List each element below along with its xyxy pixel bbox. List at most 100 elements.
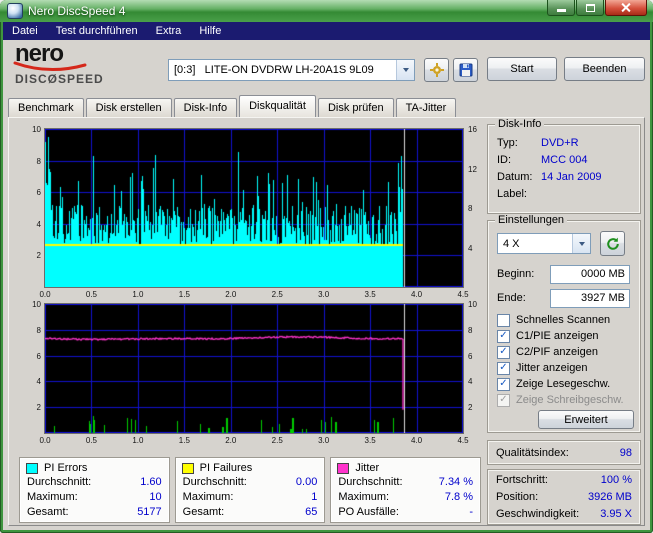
info-label: Typ: (497, 137, 518, 149)
quality-index-panel: Qualitätsindex: 98 (487, 440, 641, 465)
drive-select[interactable]: [0:3] LITE-ON DVDRW LH-20A1S 9L09 (168, 59, 415, 81)
checkbox-zeige-schreibgeschw[interactable]: ✓ Zeige Schreibgeschw. (497, 392, 638, 408)
y-axis-tick: 4 (468, 377, 473, 387)
x-axis-tick: 2.5 (271, 436, 283, 445)
x-axis-tick: 3.0 (318, 290, 330, 299)
checkbox-zeige-lesegeschw[interactable]: ✓ Zeige Lesegeschw. (497, 376, 638, 392)
stat-label: Durchschnitt: (182, 476, 247, 488)
info-value: MCC 004 (541, 154, 588, 166)
y-axis-tick: 12 (468, 164, 477, 174)
stat-value: 1 (311, 491, 318, 503)
series-color-swatch (337, 462, 350, 474)
stat-value: 7.34 % (438, 476, 474, 488)
maximize-button[interactable] (576, 0, 604, 16)
tab-disk-erstellen[interactable]: Disk erstellen (85, 98, 172, 117)
stat-label: Maximum: (27, 491, 78, 503)
checkbox-schnelles-scannen[interactable]: Schnelles Scannen (497, 312, 638, 328)
checkbox-c2-pif-anzeigen[interactable]: ✓ C2/PIF anzeigen (497, 344, 638, 360)
advanced-button[interactable]: Erweitert (538, 410, 634, 429)
stat-row: Maximum: 1 (176, 490, 325, 505)
checkbox-c1-pie-anzeigen[interactable]: ✓ C1/PIE anzeigen (497, 328, 638, 344)
x-axis-tick: 2.5 (271, 290, 283, 299)
menu-item-datei[interactable]: Datei (3, 22, 47, 40)
drive-select-value: [0:3] LITE-ON DVDRW LH-20A1S 9L09 (174, 64, 374, 76)
menu-item-test-durchf-hren[interactable]: Test durchführen (47, 22, 147, 40)
y-axis-tick: 2 (468, 403, 473, 413)
x-axis-tick: 1.5 (178, 436, 190, 445)
gear-icon (429, 63, 444, 77)
window-controls (547, 0, 647, 16)
drive-select-arrow[interactable] (396, 60, 414, 80)
stat-row: Maximum: 7.8 % (331, 490, 480, 505)
stat-box-header: PI Failures (176, 458, 325, 475)
y-axis-tick: 4 (468, 243, 473, 253)
close-button[interactable] (605, 0, 647, 16)
jitter-chart (44, 303, 464, 434)
x-axis-tick: 0.0 (39, 436, 51, 445)
y-axis-tick: 8 (468, 204, 473, 213)
start-button[interactable]: Start (487, 57, 557, 81)
menubar: Datei Test durchführen Extra Hilfe (3, 22, 650, 40)
options-button[interactable] (424, 58, 449, 82)
settings-group: Einstellungen 4 X Beginn: 0000 MB Ende: … (487, 214, 641, 433)
quit-button[interactable]: Beenden (564, 57, 645, 81)
info-label: Datum: (497, 171, 533, 183)
series-name: PI Failures (199, 462, 253, 474)
status-label: Position: (496, 491, 539, 503)
info-label: Label: (497, 188, 527, 200)
checkbox-jitter-anzeigen[interactable]: ✓ Jitter anzeigen (497, 360, 638, 376)
x-axis-tick: 4.0 (410, 290, 423, 299)
checkbox-box (497, 313, 510, 327)
speed-select-value: 4 X (503, 237, 520, 250)
speed-select[interactable]: 4 X (497, 233, 591, 254)
stat-box-pi-failures: PI Failures Durchschnitt: 0.00 Maximum: 1 Ges… (174, 457, 326, 523)
begin-label: Beginn: (497, 268, 535, 280)
refresh-icon (606, 237, 619, 250)
stat-label: Maximum: (182, 491, 234, 503)
y-axis-tick: 8 (36, 156, 41, 166)
y-axis-tick: 16 (468, 125, 477, 134)
end-field[interactable]: 3927 MB (550, 289, 630, 308)
checkbox-label: Zeige Lesegeschw. (516, 378, 611, 390)
discspeed-product-text: DISCØSPEED (15, 72, 104, 86)
menu-item-hilfe[interactable]: Hilfe (190, 22, 230, 40)
status-label: Fortschritt: (496, 474, 548, 486)
y-axis-tick: 6 (468, 351, 473, 361)
tab-ta-jitter[interactable]: TA-Jitter (395, 98, 457, 117)
minimize-button[interactable] (547, 0, 575, 16)
tab-disk-pr-fen[interactable]: Disk prüfen (317, 98, 394, 117)
quality-index-value: 98 (619, 446, 632, 459)
x-axis-tick: 0.5 (85, 290, 97, 299)
disk-info-row: Datum: 14 Jan 2009 (488, 169, 640, 186)
close-icon (620, 2, 632, 13)
checkbox-box: ✓ (497, 377, 510, 391)
y-axis-tick: 4 (36, 219, 41, 229)
status-value: 3926 MB (587, 491, 632, 503)
stat-box-header: PI Errors (20, 458, 169, 475)
speed-select-arrow[interactable] (572, 234, 590, 253)
refresh-button[interactable] (600, 231, 625, 256)
stat-value: 65 (305, 506, 318, 518)
disk-info-row: Typ: DVD+R (488, 135, 640, 152)
settings-group-title: Einstellungen (495, 214, 568, 227)
window-title: Nero DiscSpeed 4 (28, 4, 126, 18)
begin-field[interactable]: 0000 MB (550, 265, 630, 284)
save-button[interactable] (453, 58, 478, 82)
disk-info-row: ID: MCC 004 (488, 152, 640, 169)
stat-row: Maximum: 10 (20, 490, 169, 505)
tab-benchmark[interactable]: Benchmark (8, 98, 84, 117)
diskqualitaet-tab-page: Disk-Info Typ: DVD+R ID: MCC 004 Datum: 14 Ja… (8, 117, 645, 526)
statistics-boxes: PI Errors Durchschnitt: 1.60 Maximum: 10 Gesa… (19, 457, 482, 523)
status-row: Geschwindigkeit: 3.95 X (488, 506, 640, 523)
menu-item-extra[interactable]: Extra (147, 22, 191, 40)
y-axis-tick: 10 (32, 300, 41, 309)
stat-box-header: Jitter (331, 458, 480, 475)
tab-disk-info[interactable]: Disk-Info (173, 98, 238, 117)
disk-info-group: Disk-Info Typ: DVD+R ID: MCC 004 Datum: 14 Ja… (487, 118, 641, 214)
y-axis-tick: 6 (36, 188, 41, 198)
y-axis-tick: 4 (36, 377, 41, 387)
series-color-swatch (181, 462, 194, 474)
x-axis-tick: 4.0 (410, 436, 423, 445)
tab-diskqualit-t[interactable]: Diskqualität (239, 95, 316, 117)
stat-value: 7.8 % (444, 491, 474, 503)
